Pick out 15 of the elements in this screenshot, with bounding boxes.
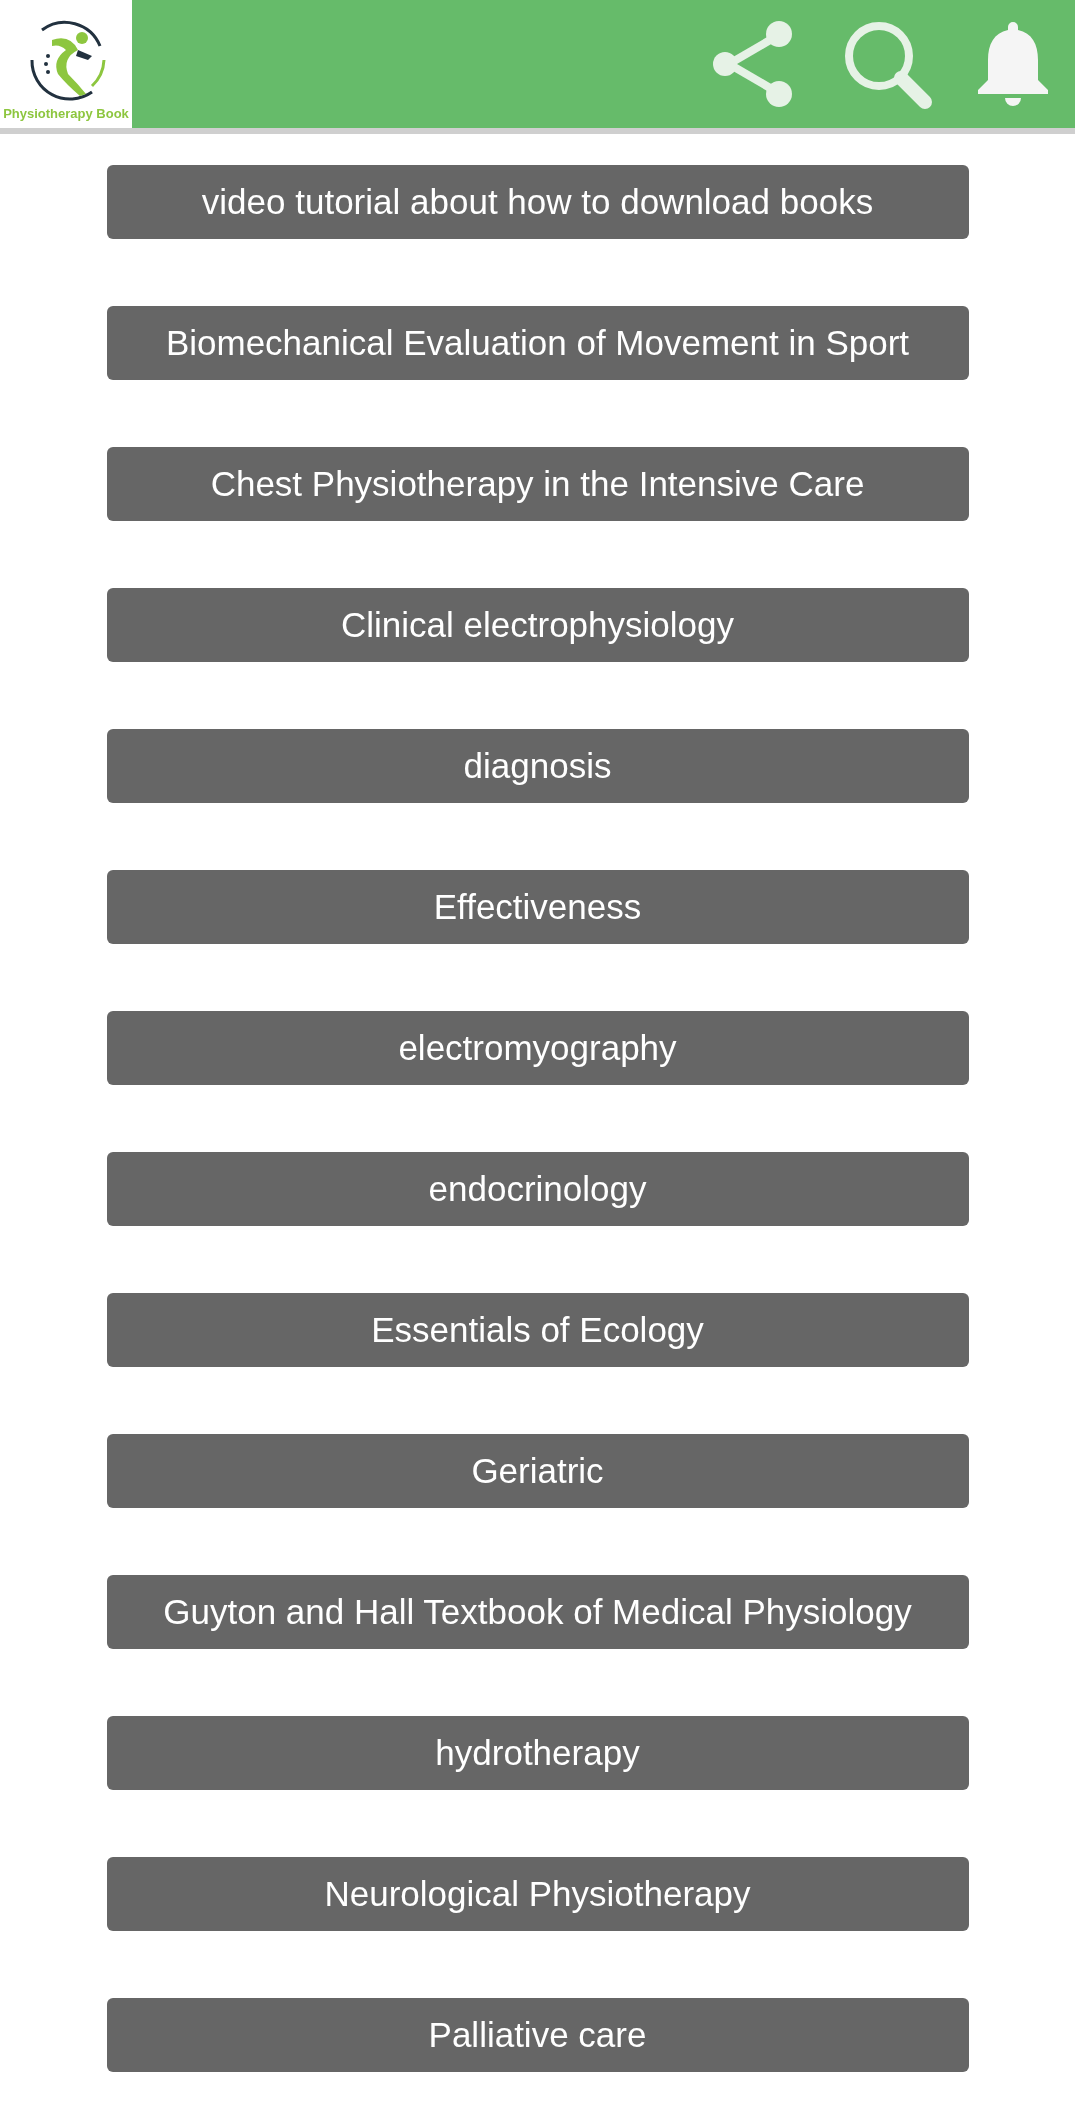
book-button[interactable]: Clinical electrophysiology <box>106 588 969 662</box>
book-button[interactable]: endocrinology <box>106 1152 969 1226</box>
book-button[interactable]: hydrotherapy <box>106 1716 969 1790</box>
book-button[interactable]: Geriatric <box>106 1434 969 1508</box>
book-button[interactable]: Effectiveness <box>106 870 969 944</box>
book-button[interactable]: Neurological Physiotherapy <box>106 1857 969 1931</box>
book-button[interactable]: Chest Physiotherapy in the Intensive Care <box>106 447 969 521</box>
book-button[interactable]: Essentials of Ecology <box>106 1293 969 1367</box>
book-button[interactable]: Guyton and Hall Textbook of Medical Physiology <box>106 1575 969 1649</box>
book-button[interactable]: diagnosis <box>106 729 969 803</box>
book-button[interactable]: electromyography <box>106 1011 969 1085</box>
logo-text: Physiotherapy Book <box>3 106 129 121</box>
book-button[interactable]: Biomechanical Evaluation of Movement in Sport <box>106 306 969 380</box>
book-button[interactable]: video tutorial about how to download books <box>106 165 969 239</box>
book-button[interactable]: Palliative care <box>106 1998 969 2072</box>
